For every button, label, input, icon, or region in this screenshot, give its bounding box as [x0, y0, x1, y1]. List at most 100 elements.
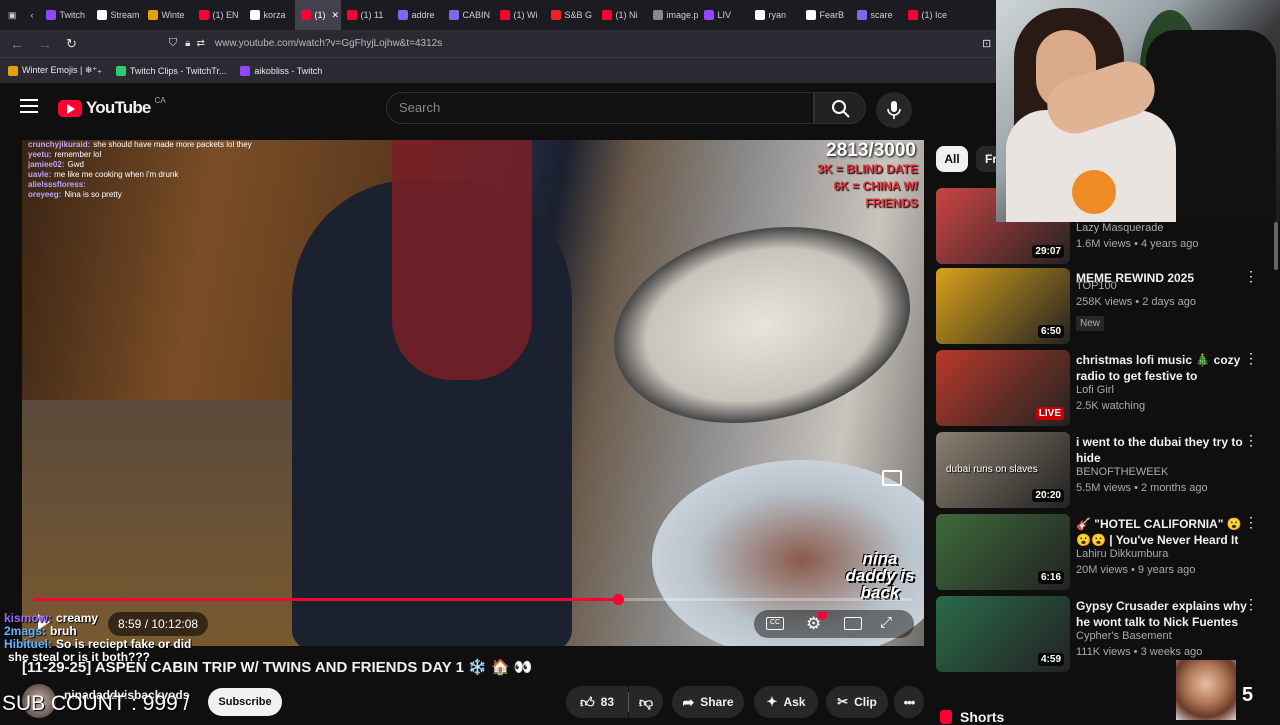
bookmark-item[interactable]: aikobliss - Twitch [240, 65, 322, 76]
browser-tab[interactable]: CABIN [443, 0, 494, 30]
progress-scrubber[interactable] [612, 594, 624, 605]
chat-text: bruh [50, 624, 77, 638]
url-bar[interactable]: www.youtube.com/watch?v=GgFhyjLojhw&t=43… [215, 38, 442, 49]
ask-button[interactable]: ✦ Ask [754, 686, 818, 718]
like-button[interactable]: 👍︎ 83 [566, 686, 628, 718]
browser-tab[interactable]: LIV [698, 0, 749, 30]
video-thumbnail[interactable]: dubai runs on slaves 20:20 [936, 432, 1070, 508]
tab-label: S&B G [564, 10, 593, 20]
back-icon[interactable]: ← [10, 36, 24, 52]
browser-tab[interactable]: FearB [800, 0, 851, 30]
video-thumbnail[interactable]: 6:50 [936, 268, 1070, 344]
subscribe-button[interactable]: Subscribe [208, 688, 282, 716]
youtube-logo[interactable]: YouTube CA [58, 96, 166, 118]
more-options-icon[interactable]: ⋮ [1244, 432, 1258, 449]
recommended-video[interactable]: 6:50 MEME REWIND 2025 TOP100 258K views • 2… [936, 268, 1276, 348]
video-thumbnail[interactable]: 6:16 [936, 514, 1070, 590]
search-button[interactable] [814, 92, 866, 124]
recommended-video[interactable]: 6:16 🎸 "HOTEL CALIFORNIA" 😮😮😮 | You've Ne… [936, 514, 1276, 594]
tab-label: (1) 11 [360, 10, 384, 20]
webcam-sweater-graphic [1072, 170, 1116, 214]
browser-tab[interactable]: addre [392, 0, 443, 30]
chat-text: remember lol [54, 150, 102, 159]
browser-tab[interactable]: (1) 11 [341, 0, 392, 30]
browser-tab[interactable]: S&B G [545, 0, 596, 30]
tab-label: image.png [666, 10, 698, 20]
progress-bar[interactable] [34, 594, 912, 605]
browser-tab[interactable]: image.png [647, 0, 698, 30]
shorts-icon [940, 710, 952, 724]
recommended-channel[interactable]: Lahiru Dikkumbura [1076, 548, 1168, 560]
tab-close-icon[interactable]: ✕ [332, 10, 340, 21]
menu-icon[interactable] [20, 99, 38, 113]
chip-all[interactable]: All [936, 146, 968, 172]
browser-tab[interactable]: Stream [91, 0, 142, 30]
browser-tab[interactable]: scare [851, 0, 902, 30]
browser-tab[interactable]: (1) Wi [494, 0, 545, 30]
tab-list-icon[interactable]: ▣ [0, 0, 25, 30]
bookmark-item[interactable]: Twitch Clips - TwitchTr... [115, 65, 226, 76]
recommended-meta: 111K views • 3 weeks ago [1076, 646, 1203, 658]
stream-chat-overlay: crunchyjikuraid: she should have made mor… [28, 140, 308, 200]
recommended-video[interactable]: LIVE christmas lofi music 🎄 cozy radio to… [936, 350, 1276, 430]
tab-scroll-left-icon[interactable]: ‹ [25, 0, 40, 30]
search-input[interactable]: Search [386, 92, 814, 124]
recommended-video[interactable]: dubai runs on slaves 20:20 i went to the d… [936, 432, 1276, 512]
browser-tab[interactable]: (1) EN [193, 0, 244, 30]
more-actions-button[interactable]: ••• [894, 686, 924, 718]
recommended-title[interactable]: i went to the dubai they try to hide [1076, 434, 1256, 466]
chat-username: uavle: [28, 170, 52, 179]
share-button[interactable]: ➦ Share [672, 686, 744, 718]
recommended-title[interactable]: 🎸 "HOTEL CALIFORNIA" 😮😮😮 | You've Never … [1076, 516, 1256, 548]
screenshot-icon[interactable]: ⊡ [982, 37, 991, 50]
chat-username: 2mags: [4, 624, 47, 638]
browser-tab[interactable]: ryan [749, 0, 800, 30]
more-options-icon[interactable]: ⋮ [1244, 350, 1258, 367]
duration-badge: 6:16 [1037, 571, 1064, 584]
shield-icon[interactable]: ⛉ [169, 37, 177, 50]
more-options-icon[interactable]: ⋮ [1244, 268, 1258, 285]
sidebar-scrollbar[interactable] [1274, 222, 1278, 270]
recommended-channel[interactable]: BENOFTHEWEEK [1076, 466, 1168, 478]
fullscreen-icon[interactable]: ⤢ [880, 615, 892, 630]
browser-tab[interactable]: Winte [142, 0, 193, 30]
reload-icon[interactable]: ↻ [66, 36, 77, 52]
lock-icon[interactable]: 🔒︎ [185, 38, 190, 49]
chat-message: jamiee02: Gwd [28, 160, 308, 170]
thumbnail-caption: dubai runs on slaves [946, 464, 1038, 475]
recommended-channel[interactable]: Cypher's Basement [1076, 630, 1172, 642]
video-thumbnail[interactable]: 4:59 [936, 596, 1070, 672]
dislike-button[interactable]: 👎︎ [629, 686, 663, 718]
recommended-title[interactable]: Gypsy Crusader explains why he wont talk… [1076, 598, 1256, 630]
browser-tab[interactable]: Twitch [40, 0, 91, 30]
more-options-icon[interactable]: ⋮ [1244, 596, 1258, 613]
permissions-icon[interactable]: ⇄ [196, 38, 204, 49]
miniplayer-icon[interactable] [882, 470, 902, 486]
forward-icon[interactable]: → [38, 36, 52, 52]
clip-button[interactable]: ✂ Clip [826, 686, 888, 718]
hd-badge [817, 612, 827, 619]
duration-badge: LIVE [1035, 407, 1064, 420]
chat-message: uavle: me like me cooking when i'm drunk [28, 170, 308, 180]
tab-label: CABIN [462, 10, 491, 20]
theater-mode-icon[interactable] [844, 617, 862, 630]
voice-search-button[interactable] [876, 92, 912, 128]
shorts-heading: Shorts [960, 709, 1005, 725]
recommended-channel[interactable]: Lazy Masquerade [1076, 222, 1163, 234]
browser-tab[interactable]: (1) ✕ [294, 0, 341, 30]
chat-message: kismow: creamy [4, 612, 304, 625]
video-player[interactable]: crunchyjikuraid: she should have made mor… [22, 140, 924, 646]
bookmark-item[interactable]: Winter Emojis | ❄︎⁺₊ [8, 65, 102, 76]
youtube-logo-text: YouTube [86, 98, 151, 117]
browser-tab[interactable]: korza [244, 0, 295, 30]
browser-tab[interactable]: (1) Ice [902, 0, 953, 30]
tab-favicon-icon [703, 10, 714, 20]
more-options-icon[interactable]: ⋮ [1244, 514, 1258, 531]
browser-tab[interactable]: (1) Ni [596, 0, 647, 30]
recommended-title[interactable]: christmas lofi music 🎄 cozy radio to get… [1076, 352, 1256, 384]
video-thumbnail[interactable]: LIVE [936, 350, 1070, 426]
recommended-channel[interactable]: Lofi Girl [1076, 384, 1114, 396]
recommended-channel[interactable]: TOP100 [1076, 280, 1117, 292]
captions-button[interactable]: CC [766, 617, 784, 630]
sub-count-overlay: SUB COUNT : 999 / [2, 692, 190, 715]
